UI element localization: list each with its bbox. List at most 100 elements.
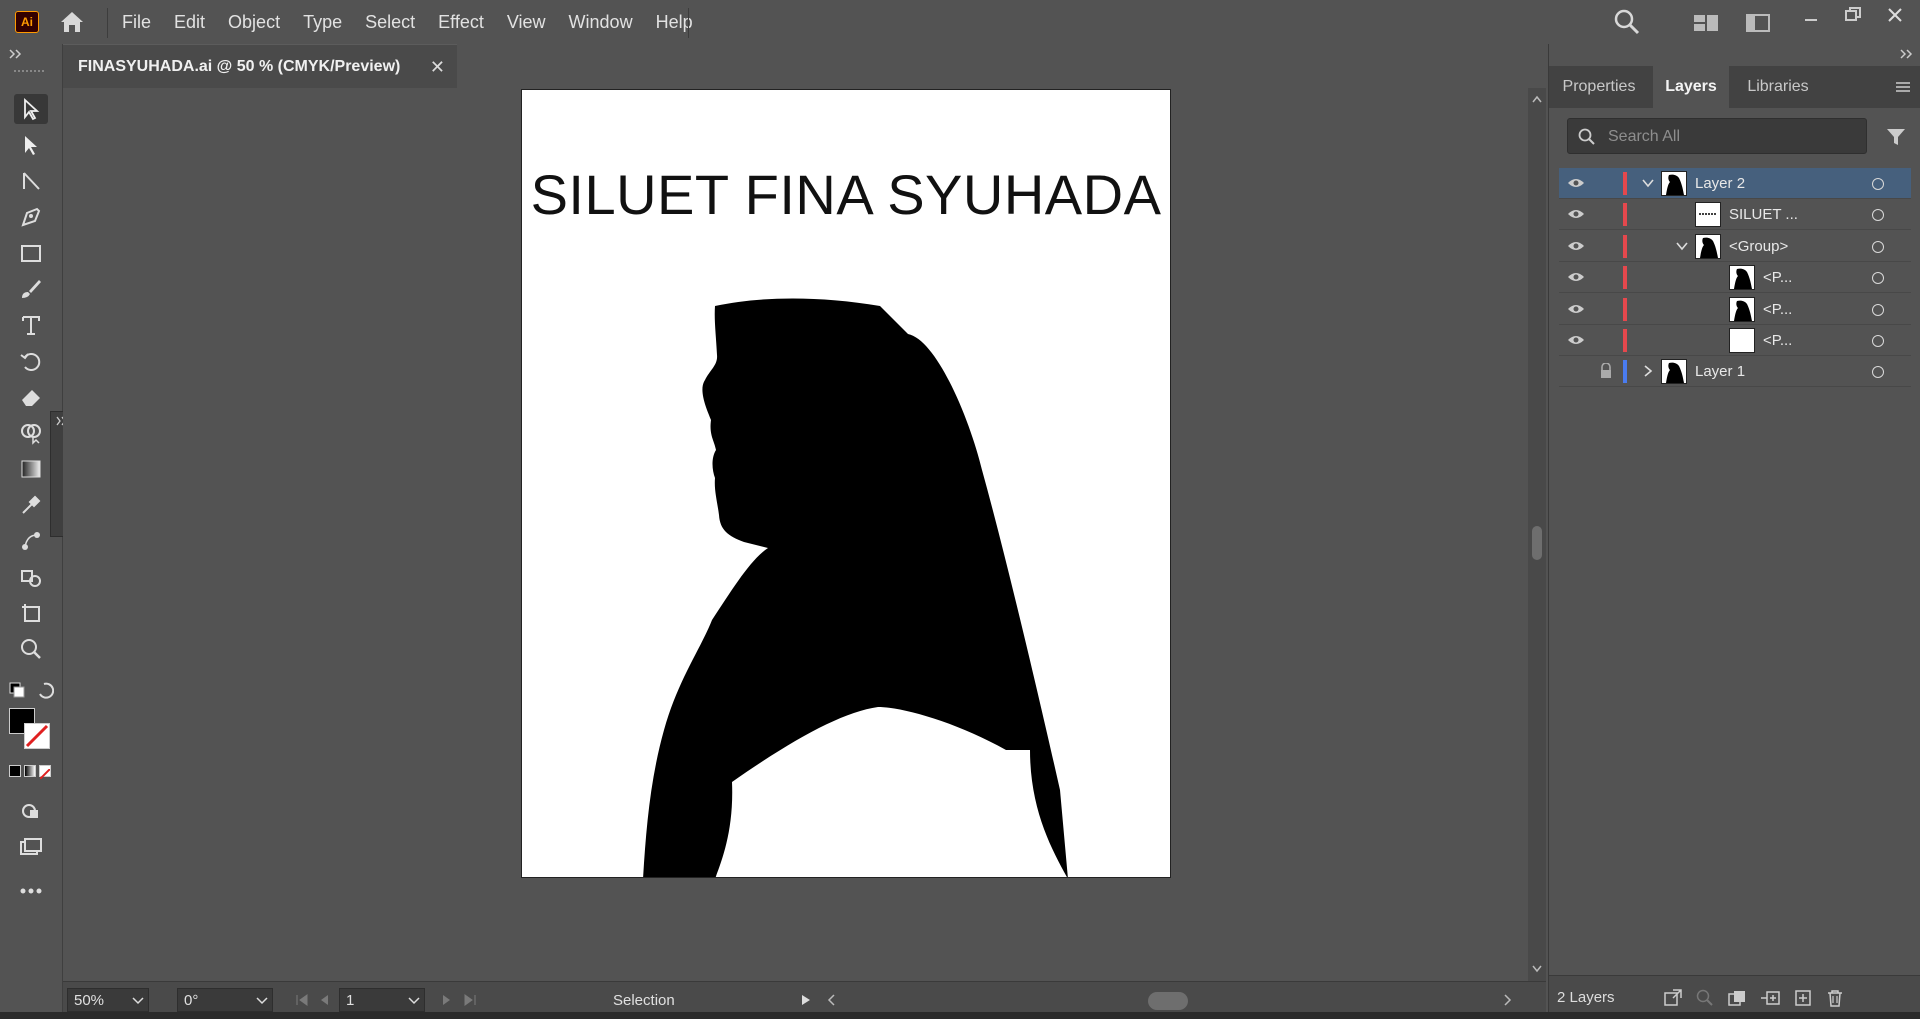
paintbrush-tool[interactable]	[14, 274, 48, 304]
home-button[interactable]	[58, 10, 86, 34]
layer-row[interactable]: Layer 2	[1559, 168, 1911, 199]
chevron-down-icon[interactable]	[1641, 176, 1655, 190]
direct-selection-tool[interactable]	[14, 130, 48, 160]
target-circle-icon[interactable]	[1872, 303, 1884, 316]
layer-name[interactable]: <P...	[1763, 301, 1792, 318]
target-circle-icon[interactable]	[1872, 178, 1884, 190]
tab-properties[interactable]: Properties	[1549, 66, 1649, 108]
tab-layers[interactable]: Layers	[1653, 66, 1729, 108]
fill-stroke-gradient[interactable]	[24, 765, 36, 777]
chevron-right-icon[interactable]	[1641, 364, 1655, 378]
workspace-switcher-button[interactable]	[1744, 8, 1772, 36]
arrange-documents-button[interactable]	[1692, 8, 1720, 36]
close-window-button[interactable]	[1884, 4, 1906, 32]
delete-layer-icon[interactable]	[1825, 988, 1845, 1008]
layers-search-input[interactable]	[1608, 126, 1858, 148]
panel-menu-icon[interactable]	[1895, 81, 1911, 93]
vertical-scrollbar[interactable]	[1528, 88, 1546, 981]
next-artboard-icon[interactable]	[441, 993, 453, 1007]
create-new-layer-icon[interactable]	[1793, 988, 1813, 1008]
toolbar-grip[interactable]	[14, 70, 44, 74]
fill-stroke-none[interactable]	[39, 765, 51, 780]
silhouette-artwork[interactable]	[522, 90, 1171, 878]
edit-toolbar-button[interactable]	[14, 876, 48, 906]
rectangle-tool[interactable]	[14, 238, 48, 268]
last-artboard-icon[interactable]	[462, 993, 478, 1007]
menu-edit[interactable]: Edit	[174, 12, 205, 33]
scroll-left-icon[interactable]	[826, 993, 836, 1007]
menu-select[interactable]: Select	[365, 12, 415, 33]
layer-name[interactable]: Layer 2	[1695, 175, 1745, 192]
scroll-down-icon[interactable]	[1531, 964, 1543, 974]
collect-for-export-icon[interactable]	[1663, 988, 1683, 1008]
rotation-field[interactable]: 0°	[177, 988, 273, 1012]
artboard-tool[interactable]	[14, 598, 48, 628]
zoom-level-field[interactable]: 50%	[67, 988, 149, 1012]
clipping-mask-icon[interactable]	[1727, 988, 1747, 1008]
menu-window[interactable]: Window	[569, 12, 633, 33]
layer-row[interactable]: <P...	[1559, 325, 1911, 356]
minimize-button[interactable]	[1800, 4, 1822, 32]
chevron-down-icon[interactable]	[1675, 239, 1689, 253]
screen-mode-button[interactable]	[14, 832, 48, 862]
artboard-number-field[interactable]: 1	[339, 988, 425, 1012]
canvas-area[interactable]: SILUET FINA SYUHADA	[63, 88, 1546, 981]
menu-effect[interactable]: Effect	[438, 12, 484, 33]
previous-artboard-icon[interactable]	[318, 993, 330, 1007]
close-document-button[interactable]: ✕	[430, 57, 445, 78]
eyedropper-tool[interactable]	[14, 490, 48, 520]
layer-row[interactable]: SILUET ...	[1559, 199, 1911, 231]
collapse-panel-icon[interactable]	[8, 48, 24, 60]
layer-name[interactable]: Layer 1	[1695, 363, 1745, 380]
search-button[interactable]	[1613, 8, 1641, 36]
layer-name[interactable]: <Group>	[1729, 238, 1788, 255]
target-circle-icon[interactable]	[1872, 335, 1884, 347]
scroll-thumb[interactable]	[1532, 526, 1542, 560]
symbol-sprayer-tool[interactable]	[14, 562, 48, 592]
zoom-tool[interactable]	[14, 634, 48, 664]
gradient-tool[interactable]	[14, 454, 48, 484]
target-circle-icon[interactable]	[1872, 240, 1884, 253]
layer-row[interactable]: <Group>	[1559, 231, 1911, 262]
layer-name[interactable]: <P...	[1763, 332, 1792, 349]
fill-stroke-fill[interactable]	[9, 765, 21, 777]
layer-row[interactable]: Layer 1	[1559, 356, 1911, 388]
tab-libraries[interactable]: Libraries	[1731, 66, 1825, 108]
visibility-eye-icon[interactable]	[1567, 302, 1585, 316]
target-circle-icon[interactable]	[1872, 366, 1884, 379]
locate-object-icon[interactable]	[1695, 988, 1715, 1008]
layer-name[interactable]: SILUET ...	[1729, 206, 1798, 223]
visibility-eye-icon[interactable]	[1567, 176, 1585, 190]
stroke-color-swatch[interactable]	[24, 723, 50, 749]
draw-mode-button[interactable]	[14, 796, 48, 826]
blend-tool[interactable]	[14, 526, 48, 556]
rotate-tool[interactable]	[14, 346, 48, 376]
menu-view[interactable]: View	[507, 12, 546, 33]
shape-builder-tool[interactable]	[14, 418, 48, 448]
visibility-eye-icon[interactable]	[1567, 239, 1585, 253]
layer-row[interactable]: <P...	[1559, 294, 1911, 325]
swap-colors-icon[interactable]	[8, 680, 54, 700]
eraser-tool[interactable]	[14, 382, 48, 412]
visibility-eye-icon[interactable]	[1567, 207, 1585, 221]
target-circle-icon[interactable]	[1872, 209, 1884, 222]
filter-icon[interactable]	[1885, 126, 1907, 148]
restore-button[interactable]	[1842, 4, 1864, 32]
type-tool[interactable]	[14, 310, 48, 340]
artboard[interactable]: SILUET FINA SYUHADA	[521, 89, 1171, 878]
visibility-eye-icon[interactable]	[1567, 333, 1585, 347]
menu-object[interactable]: Object	[228, 12, 280, 33]
create-sublayer-icon[interactable]	[1759, 988, 1781, 1008]
pen-tool[interactable]	[14, 202, 48, 232]
layer-row[interactable]: <P...	[1559, 262, 1911, 294]
menu-type[interactable]: Type	[303, 12, 342, 33]
lock-icon[interactable]	[1599, 363, 1613, 379]
status-menu-arrow-icon[interactable]	[800, 993, 812, 1007]
scroll-up-icon[interactable]	[1531, 94, 1543, 104]
layer-name[interactable]: <P...	[1763, 269, 1792, 286]
menu-file[interactable]: File	[122, 12, 151, 33]
document-tab[interactable]: FINASYUHADA.ai @ 50 % (CMYK/Preview) ✕	[63, 44, 457, 88]
target-circle-icon[interactable]	[1872, 272, 1884, 285]
collapse-dock-icon[interactable]	[1899, 48, 1915, 60]
horizontal-scroll-thumb[interactable]	[1148, 992, 1188, 1010]
